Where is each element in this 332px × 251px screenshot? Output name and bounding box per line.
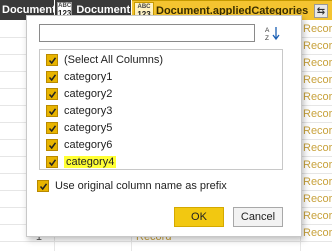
column-search-input[interactable]	[40, 25, 254, 41]
record-cell[interactable]: Record	[303, 176, 332, 188]
record-cell[interactable]: Record	[303, 159, 332, 171]
record-cell[interactable]: Record	[303, 210, 332, 222]
svg-text:Z: Z	[265, 35, 269, 41]
list-item-label: category1	[64, 71, 113, 83]
checkbox-checked-icon[interactable]	[46, 71, 58, 83]
expand-column-icon[interactable]: ⇆	[314, 4, 328, 18]
record-cell[interactable]: Record	[303, 23, 332, 35]
list-item-category6[interactable]: category6	[46, 137, 112, 153]
record-cell[interactable]: Record	[303, 193, 332, 205]
checkbox-checked-icon[interactable]	[46, 54, 58, 66]
expand-columns-dropdown: A Z (Select All Columns) category1 categ…	[26, 15, 302, 237]
list-item-label: category3	[64, 105, 113, 117]
use-prefix-label: Use original column name as prefix	[55, 180, 227, 192]
list-item-category4[interactable]: category4	[46, 154, 117, 170]
select-all-columns-item[interactable]: (Select All Columns)	[46, 52, 163, 68]
checkbox-checked-icon[interactable]	[46, 139, 58, 151]
record-cell[interactable]: Record	[303, 74, 332, 86]
svg-text:A: A	[265, 27, 270, 34]
use-prefix-option[interactable]: Use original column name as prefix	[37, 178, 227, 194]
record-cell[interactable]: Record	[303, 57, 332, 69]
list-item-label: (Select All Columns)	[64, 54, 164, 66]
record-cell[interactable]: Record	[303, 108, 332, 120]
cancel-button[interactable]: Cancel	[233, 207, 283, 227]
record-cell[interactable]: Record	[303, 227, 332, 239]
list-item-category3[interactable]: category3	[46, 103, 112, 119]
list-item-label: category5	[64, 122, 113, 134]
list-item-label: category6	[64, 139, 113, 151]
checkbox-checked-icon[interactable]	[37, 180, 49, 192]
checkbox-checked-icon[interactable]	[46, 156, 58, 168]
record-cell[interactable]: Record	[303, 91, 332, 103]
list-item-label: category2	[64, 88, 113, 100]
list-item-category2[interactable]: category2	[46, 86, 112, 102]
list-item-category5[interactable]: category5	[46, 120, 112, 136]
checkbox-checked-icon[interactable]	[46, 122, 58, 134]
column-search-box[interactable]	[39, 24, 255, 42]
column-checklist: (Select All Columns) category1 category2…	[39, 49, 283, 170]
record-cell[interactable]: Record	[303, 40, 332, 52]
ok-button[interactable]: OK	[174, 207, 224, 227]
record-cell[interactable]: Record	[303, 142, 332, 154]
list-item-label: category4	[64, 156, 117, 168]
checkbox-checked-icon[interactable]	[46, 105, 58, 117]
checkbox-checked-icon[interactable]	[46, 88, 58, 100]
sort-ascending-icon[interactable]: A Z	[263, 24, 283, 42]
record-cell[interactable]: Record	[303, 125, 332, 137]
list-item-category1[interactable]: category1	[46, 69, 112, 85]
